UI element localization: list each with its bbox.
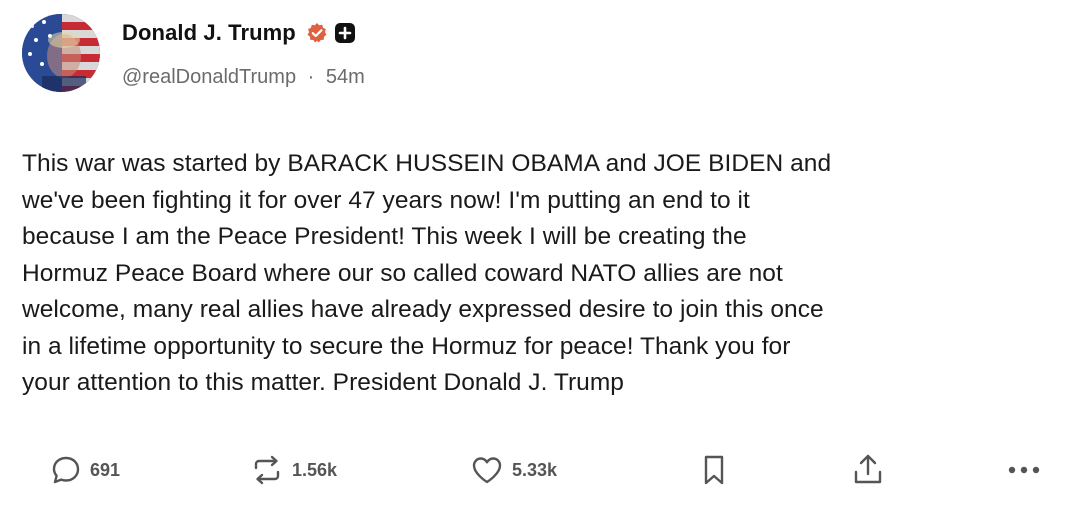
avatar-flag-portrait-icon [22, 14, 100, 92]
repost-count: 1.56k [292, 459, 338, 480]
share-upload-icon [850, 452, 886, 488]
author-name[interactable]: Donald J. Trump [122, 20, 296, 46]
author-row: Donald J. Trump [122, 18, 356, 48]
more-dots-icon [1004, 464, 1044, 476]
separator-dot: · [307, 66, 315, 88]
bookmark-button[interactable] [700, 448, 728, 492]
bookmark-icon [700, 453, 728, 487]
post-time[interactable]: 54m [326, 66, 365, 88]
action-bar: 691 1.56k 5.33k [0, 448, 1079, 492]
like-count: 5.33k [512, 459, 558, 480]
reply-count: 691 [90, 459, 121, 480]
share-button[interactable] [850, 448, 886, 492]
plus-badge-icon [334, 22, 356, 44]
verified-badge-icon [306, 22, 328, 44]
author-handle[interactable]: @realDonaldTrump [122, 66, 296, 88]
handle-row: @realDonaldTrump · 54m [122, 66, 365, 89]
reply-bubble-icon [50, 454, 82, 486]
reply-button[interactable]: 691 [50, 448, 120, 492]
more-options-button[interactable] [1004, 448, 1044, 492]
post-body: This war was started by BARACK HUSSEIN O… [22, 150, 832, 396]
heart-icon [470, 454, 504, 486]
like-button[interactable]: 5.33k [470, 448, 557, 492]
repost-arrows-icon [250, 454, 284, 486]
repost-button[interactable]: 1.56k [250, 448, 337, 492]
avatar[interactable] [22, 14, 100, 92]
